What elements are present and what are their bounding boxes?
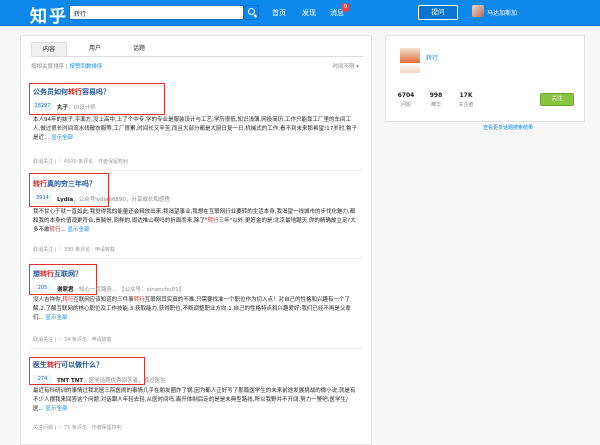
tab-users[interactable]: 用户 — [77, 42, 113, 56]
message-badge: 9 — [341, 3, 350, 12]
answer-footer[interactable]: 关注问题 | ♡ 71 条评论 · 作者保留权利 — [33, 424, 233, 431]
sort-relevance[interactable]: 按相关度排序 — [31, 64, 64, 70]
top-bar: 知乎 转行 首页 发现 消息 9 提问 马达加斯加 — [0, 0, 600, 27]
search-button[interactable] — [244, 5, 259, 20]
more-topics-link[interactable]: 查看更多话题搜索结果 — [483, 124, 533, 131]
stat-featured[interactable]: 998 — [424, 92, 448, 99]
show-more-link[interactable]: 显示全部 — [68, 227, 90, 233]
vote-count[interactable]: 3914 — [33, 194, 52, 203]
question-title[interactable]: 医生转行可以做什么？ — [33, 360, 103, 370]
stat-followers-label: 关注者 — [458, 102, 474, 108]
answer-footer[interactable]: 取消关注 | ♡ 330 条评论 · 申请转载 — [33, 246, 115, 253]
answer-footer[interactable]: 取消关注 | ♡ 34 条评论 · 申请转载 — [33, 336, 112, 343]
show-more-link[interactable]: 显示全部 — [46, 406, 68, 412]
show-more-link[interactable]: 显示全部 — [51, 135, 73, 141]
vote-count[interactable]: 205 — [33, 284, 52, 293]
zhihu-logo[interactable]: 知乎 — [30, 2, 68, 27]
show-more-link[interactable]: 显示全部 — [46, 315, 68, 321]
nav-home[interactable]: 首页 — [272, 8, 286, 18]
author-line: 谢家君，知心一页路务... 【公众号：xinanchu01】 — [57, 287, 185, 293]
sort-options: 按相关度排序 | 按赞同数排序 — [31, 64, 103, 70]
tab-divider — [31, 56, 363, 57]
tab-content[interactable]: 内容 — [31, 42, 67, 56]
results-panel: 内容 用户 话题 按相关度排序 | 按赞同数排序 时间不限 ▾ 公务员如何转行容… — [20, 35, 372, 445]
user-avatar[interactable] — [472, 5, 484, 17]
answer-footer[interactable]: 取消关注 | ♡ 4509 条评论 · 作者保留权利 — [33, 158, 128, 165]
vote-count[interactable]: 274 — [33, 375, 52, 384]
author-line: Lydia，公众号lydia66890，分享成长和感悟 — [57, 197, 170, 203]
time-filter[interactable]: 时间不限 ▾ — [332, 62, 359, 70]
author-line: TNT TNT，医学话题优秀回答者，我过医生 — [57, 378, 166, 384]
follow-button[interactable]: 关注 — [540, 93, 574, 106]
question-title[interactable]: 想转行互联网？ — [33, 269, 82, 279]
ask-button[interactable]: 提问 — [418, 5, 458, 20]
stat-questions-label: 问题 — [400, 102, 411, 108]
stat-followers[interactable]: 17K — [454, 92, 478, 99]
stat-questions[interactable]: 6704 — [394, 92, 418, 99]
answer-excerpt: 我不甘心于就一直如此,我觉得我的能量还会释放出来,我渴望事业,我想在互联网行业要… — [33, 209, 356, 233]
tab-topics[interactable]: 话题 — [121, 42, 157, 56]
topic-card: 转行 6704 问题 998 精华 17K 关注者 关注 — [385, 35, 585, 122]
divider — [31, 170, 363, 171]
vote-count[interactable]: 28297 — [33, 102, 52, 111]
nav-discover[interactable]: 发现 — [302, 8, 316, 18]
username[interactable]: 马达加斯加 — [487, 8, 517, 17]
question-title[interactable]: 公务员如何转行容易吗？ — [33, 87, 110, 97]
divider — [31, 348, 363, 349]
answer-excerpt: 最近有科研训的事情过我北医三院医闹的事情几乎在朋友圈炸了锅,因为都人正好写了那篇… — [33, 388, 356, 412]
divider — [31, 258, 363, 259]
stat-featured-label: 精华 — [430, 102, 441, 108]
answer-excerpt: 没人吉祥你,转行互联网应该知道的三件事转行互联网其实真的不难,只需要找准一个职位… — [33, 297, 351, 321]
answer-excerpt: 本人94年的妹子,平面方,没上高中,上了个中专,学的专业是服装设计与工艺,学历很… — [33, 117, 357, 141]
topic-image[interactable] — [400, 48, 420, 73]
search-value: 转行 — [74, 11, 87, 18]
sort-votes[interactable]: 按赞同数排序 — [69, 64, 102, 70]
question-title[interactable]: 转行真的穷三年吗？ — [33, 179, 96, 189]
topic-name[interactable]: 转行 — [426, 53, 438, 62]
author-line: 丸子，UI设计师 — [57, 105, 96, 111]
search-input[interactable]: 转行 — [69, 5, 244, 20]
